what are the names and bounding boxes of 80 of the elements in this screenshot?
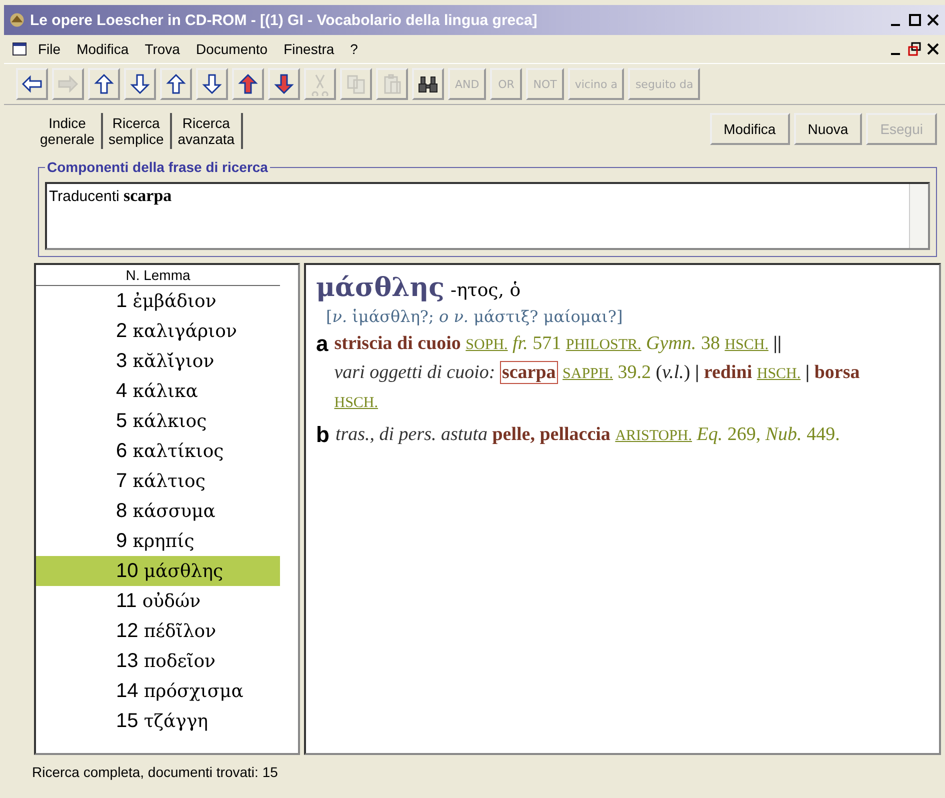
menu-item[interactable]: File (38, 41, 61, 57)
result-item[interactable]: 3 κᾰλί̆γιον (36, 346, 280, 376)
source-link[interactable]: HSCH. (756, 366, 801, 382)
result-item[interactable]: 2 καλιγάριον (36, 316, 280, 346)
group-legend: Componenti della frase di ricerca (45, 159, 270, 175)
close-icon[interactable] (925, 12, 941, 28)
translation-term: striscia di cuoio (334, 333, 461, 354)
window-title: Le opere Loescher in CD-ROM - [(1) GI - Vocabolario della lingua greca] (30, 12, 538, 28)
close-icon[interactable] (925, 41, 941, 57)
separator-text: || (773, 333, 782, 354)
source-link[interactable]: HSCH. (724, 337, 768, 353)
citation: fr. 571 (512, 333, 562, 354)
result-item[interactable]: 12 πέδῖλον (36, 616, 280, 646)
document-icon (12, 41, 28, 57)
query-field[interactable]: Traducenti scarpa (45, 182, 930, 250)
note-text: (v.l.) (656, 362, 690, 383)
down-arrow-icon (128, 72, 152, 96)
down-arrow-icon (272, 72, 296, 96)
result-item[interactable]: 11 οὐδών (36, 586, 280, 616)
search-hit: scarpa (500, 361, 558, 384)
result-item[interactable]: 14 πρόσχισμα (36, 676, 280, 706)
search-tab[interactable]: Ricerca semplice (102, 113, 172, 149)
action-button[interactable]: Modifica (710, 113, 790, 145)
up-arrow-icon (236, 72, 260, 96)
tool-button[interactable] (88, 68, 120, 100)
source-link[interactable]: ARISTOPH. (615, 428, 692, 444)
result-item[interactable]: 10 μάσθλης (36, 556, 280, 586)
source-link[interactable]: HSCH. (334, 395, 378, 411)
up-arrow-icon (164, 72, 188, 96)
menu-item[interactable]: ? (350, 41, 358, 57)
result-item[interactable]: 6 καλτίκιος (36, 436, 280, 466)
citation: Gymn. 38 (646, 333, 720, 354)
result-item[interactable]: 13 ποδεῖον (36, 646, 280, 676)
translation-term: redini (704, 362, 752, 383)
tool-button[interactable] (268, 68, 300, 100)
translation-term: pelle, pellaccia (492, 424, 610, 445)
result-item[interactable]: 9 κρηπίς (36, 526, 280, 556)
result-item[interactable]: 8 κάσσυμα (36, 496, 280, 526)
action-button[interactable]: Nuova (794, 113, 862, 145)
tool-button[interactable] (412, 68, 444, 100)
sense-label: b (316, 421, 330, 449)
maximize-icon[interactable] (907, 12, 923, 28)
result-item[interactable]: 5 κάλκιος (36, 406, 280, 436)
tool-button[interactable] (124, 68, 156, 100)
source-link[interactable]: PHILOSTR. (566, 337, 642, 353)
status-text: Ricerca completa, documenti trovati: 15 (31, 763, 279, 782)
separator-text: | (694, 362, 700, 383)
translation-term: borsa (814, 362, 860, 383)
restore-icon[interactable] (907, 41, 923, 57)
tool-button[interactable] (160, 68, 192, 100)
separator-text: | (805, 362, 810, 383)
search-tab[interactable]: Ricerca avanzata (172, 113, 243, 149)
menu-item[interactable]: Documento (196, 41, 268, 57)
citation: Eq. 269, Nub. 449. (696, 424, 840, 445)
scrollbar[interactable] (909, 184, 928, 248)
app-icon (8, 11, 26, 29)
sense-label: a (316, 330, 328, 358)
menu-item[interactable]: Modifica (76, 41, 129, 57)
grammar-text: -ητος, ὁ (450, 280, 521, 301)
gloss-text: tras., di pers. astuta (335, 424, 488, 445)
column-header[interactable]: N. Lemma (36, 265, 280, 286)
result-item[interactable]: 15 τζάγγη (36, 706, 280, 736)
tool-button[interactable] (196, 68, 228, 100)
result-item[interactable]: 4 κάλικα (36, 376, 280, 406)
source-link[interactable]: SAPPH. (562, 366, 613, 382)
search-tab[interactable]: Indice generale (34, 113, 102, 149)
left-arrow-icon (20, 72, 44, 96)
source-link[interactable]: SOPH. (466, 337, 508, 353)
etymology-text: [ν. ἱμάσθλη?; ο ν. μάστιξ? μαίομαι?] (325, 307, 624, 326)
tool-button[interactable] (232, 68, 264, 100)
tool-button[interactable] (16, 68, 48, 100)
menu-item[interactable]: Finestra (284, 41, 334, 57)
gloss-text: vari oggetti di cuoio: (334, 362, 496, 383)
result-item[interactable]: 7 κάλτιος (36, 466, 280, 496)
result-item[interactable]: 1 ἐμβάδιον (36, 286, 280, 316)
citation: 39.2 (618, 362, 651, 383)
menu-item[interactable]: Trova (144, 41, 180, 57)
down-arrow-icon (200, 72, 224, 96)
headword: μάσθλης (316, 273, 445, 303)
up-arrow-icon (92, 72, 116, 96)
